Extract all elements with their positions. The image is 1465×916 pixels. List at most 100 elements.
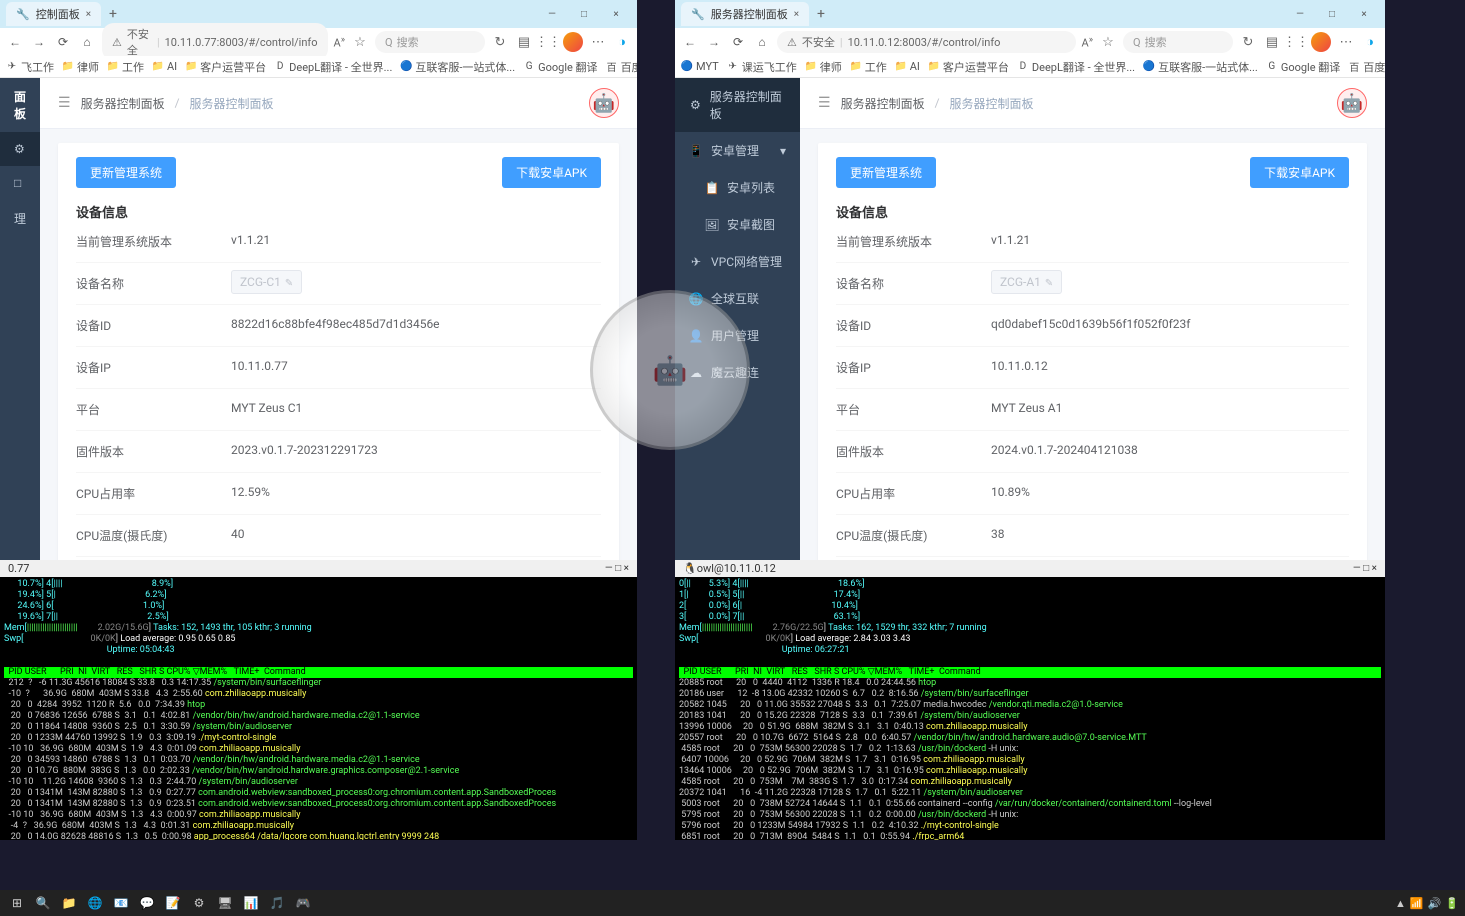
user-avatar[interactable]: 🤖 bbox=[1337, 88, 1367, 118]
close-icon[interactable]: × bbox=[794, 9, 799, 20]
extensions-icon[interactable]: ⋮⋮ bbox=[1287, 33, 1305, 51]
start-icon[interactable]: ⊞ bbox=[6, 892, 28, 914]
sidebar-header[interactable]: 面板 bbox=[0, 78, 40, 132]
bookmark-item[interactable]: 百百度译-200翻译... bbox=[606, 59, 637, 75]
browser-tab[interactable]: 🔧 控制面板 × bbox=[6, 2, 101, 26]
sidebar-item[interactable]: ☁魔云趣连 bbox=[675, 354, 800, 391]
url-input[interactable]: ⚠ 不安全 | 10.11.0.12:8003/#/control/info bbox=[777, 31, 1076, 53]
bookmark-item[interactable]: 📁AI bbox=[152, 60, 177, 73]
search-icon[interactable]: 🔍 bbox=[32, 892, 54, 914]
menu-icon[interactable]: ⋯ bbox=[589, 33, 607, 51]
system-tray[interactable]: ▲ 📶 🔊 🔋 bbox=[1395, 897, 1459, 910]
update-button[interactable]: 更新管理系统 bbox=[76, 157, 176, 188]
bookmark-item[interactable]: 📁工作 bbox=[107, 59, 144, 75]
copilot-icon[interactable]: ◑ bbox=[613, 33, 631, 51]
new-tab-button[interactable]: + bbox=[811, 6, 831, 22]
download-apk-button[interactable]: 下载安卓APK bbox=[1250, 157, 1349, 188]
bookmark-item[interactable]: 📁工作 bbox=[850, 59, 887, 75]
close-icon[interactable]: × bbox=[86, 9, 91, 20]
task-app-icon[interactable]: 📝 bbox=[162, 892, 184, 914]
hamburger-icon[interactable]: ☰ bbox=[58, 95, 71, 111]
home-icon[interactable]: ⌂ bbox=[78, 33, 96, 51]
user-avatar[interactable]: 🤖 bbox=[589, 88, 619, 118]
breadcrumb-link[interactable]: 服务器控制面板 bbox=[841, 95, 925, 112]
star-icon[interactable]: ☆ bbox=[351, 33, 369, 51]
bookmark-item[interactable]: GGoogle 翻译 bbox=[1266, 59, 1340, 75]
profile-avatar[interactable] bbox=[563, 32, 583, 52]
sidebar-item[interactable]: 👤用户管理 bbox=[675, 317, 800, 354]
device-name-input[interactable]: ZCG-A1✎ bbox=[991, 270, 1062, 294]
minimize-button[interactable]: — bbox=[537, 4, 567, 24]
bookmark-item[interactable]: 📁AI bbox=[895, 60, 920, 73]
browser-tab[interactable]: 🔧 服务器控制面板 × bbox=[681, 2, 809, 26]
bookmark-item[interactable]: 📁律师 bbox=[62, 59, 99, 75]
download-apk-button[interactable]: 下载安卓APK bbox=[502, 157, 601, 188]
minimize-button[interactable]: — bbox=[1285, 4, 1315, 24]
bookmark-item[interactable]: 🔵互联客服-一站式体... bbox=[400, 59, 515, 75]
bookmark-item[interactable]: GGoogle 翻译 bbox=[523, 59, 597, 75]
task-app-icon[interactable]: 🌐 bbox=[84, 892, 106, 914]
new-tab-button[interactable]: + bbox=[103, 6, 123, 22]
forward-icon[interactable]: → bbox=[705, 33, 723, 51]
sidebar-item[interactable]: □ bbox=[0, 166, 40, 200]
battery-icon[interactable]: 🔋 bbox=[1445, 897, 1459, 910]
refresh-icon[interactable]: ⟳ bbox=[54, 33, 72, 51]
terminal-left[interactable]: 0.77 — □ × 10.7%] 4[|||| 8.9%] 19.4%] 5[… bbox=[0, 560, 637, 840]
sync-icon[interactable]: ↻ bbox=[491, 33, 509, 51]
task-app-icon[interactable]: 🎵 bbox=[266, 892, 288, 914]
device-name-input[interactable]: ZCG-C1✎ bbox=[231, 270, 302, 294]
maximize-button[interactable]: □ bbox=[1317, 4, 1347, 24]
sidebar-icon[interactable]: ▤ bbox=[515, 33, 533, 51]
close-button[interactable]: × bbox=[601, 4, 631, 24]
sidebar-item[interactable]: 🖼安卓截图 bbox=[675, 206, 800, 243]
bookmark-item[interactable]: 📁客户运营平台 bbox=[928, 59, 1009, 75]
tray-icon[interactable]: ▲ bbox=[1395, 897, 1406, 910]
bookmark-item[interactable]: 📁律师 bbox=[805, 59, 842, 75]
terminal-right[interactable]: 🐧 owl@10.11.0.12 — □ × 0[|| 5.3%] 4[||||… bbox=[675, 560, 1385, 840]
task-app-icon[interactable]: 🖥 bbox=[214, 892, 236, 914]
back-icon[interactable]: ← bbox=[681, 33, 699, 51]
bookmark-item[interactable]: DDeepL翻译 - 全世界... bbox=[1017, 59, 1135, 75]
sidebar-item[interactable]: 🌐全球互联 bbox=[675, 280, 800, 317]
sidebar-item[interactable]: ⚙ bbox=[0, 132, 40, 166]
search-input[interactable]: Q 搜索 bbox=[375, 31, 485, 53]
sidebar-item[interactable]: ✈VPC网络管理 bbox=[675, 243, 800, 280]
task-app-icon[interactable]: 🎮 bbox=[292, 892, 314, 914]
star-icon[interactable]: ☆ bbox=[1099, 33, 1117, 51]
bookmark-item[interactable]: 百百度译-200翻译... bbox=[1348, 59, 1385, 75]
a-read-icon[interactable]: A» bbox=[1082, 35, 1093, 50]
refresh-icon[interactable]: ⟳ bbox=[729, 33, 747, 51]
close-button[interactable]: × bbox=[1349, 4, 1379, 24]
home-icon[interactable]: ⌂ bbox=[753, 33, 771, 51]
edit-icon[interactable]: ✎ bbox=[285, 278, 293, 289]
task-app-icon[interactable]: 📊 bbox=[240, 892, 262, 914]
extensions-icon[interactable]: ⋮⋮ bbox=[539, 33, 557, 51]
task-app-icon[interactable]: 💬 bbox=[136, 892, 158, 914]
network-icon[interactable]: 📶 bbox=[1410, 897, 1424, 910]
sidebar-item[interactable]: 理 bbox=[0, 200, 40, 237]
search-input[interactable]: Q 搜索 bbox=[1123, 31, 1233, 53]
bookmark-item[interactable]: 📁客户运营平台 bbox=[185, 59, 266, 75]
bookmark-item[interactable]: ✈飞工作 bbox=[6, 59, 54, 75]
hamburger-icon[interactable]: ☰ bbox=[818, 95, 831, 111]
back-icon[interactable]: ← bbox=[6, 33, 24, 51]
task-app-icon[interactable]: 📁 bbox=[58, 892, 80, 914]
sidebar-item[interactable]: 📱安卓管理▾ bbox=[675, 132, 800, 169]
breadcrumb-link[interactable]: 服务器控制面板 bbox=[81, 95, 165, 112]
forward-icon[interactable]: → bbox=[30, 33, 48, 51]
sidebar-item[interactable]: ⚙服务器控制面板 bbox=[675, 78, 800, 132]
bookmark-item[interactable]: 🔵MYT bbox=[681, 60, 719, 73]
a-read-icon[interactable]: A» bbox=[334, 35, 345, 50]
edit-icon[interactable]: ✎ bbox=[1045, 278, 1053, 289]
bookmark-item[interactable]: ✈课运飞工作 bbox=[727, 59, 797, 75]
sync-icon[interactable]: ↻ bbox=[1239, 33, 1257, 51]
copilot-icon[interactable]: ◑ bbox=[1361, 33, 1379, 51]
bookmark-item[interactable]: DDeepL翻译 - 全世界... bbox=[274, 59, 392, 75]
volume-icon[interactable]: 🔊 bbox=[1428, 897, 1442, 910]
update-button[interactable]: 更新管理系统 bbox=[836, 157, 936, 188]
menu-icon[interactable]: ⋯ bbox=[1337, 33, 1355, 51]
maximize-button[interactable]: □ bbox=[569, 4, 599, 24]
profile-avatar[interactable] bbox=[1311, 32, 1331, 52]
sidebar-icon[interactable]: ▤ bbox=[1263, 33, 1281, 51]
bookmark-item[interactable]: 🔵互联客服-一站式体... bbox=[1143, 59, 1258, 75]
